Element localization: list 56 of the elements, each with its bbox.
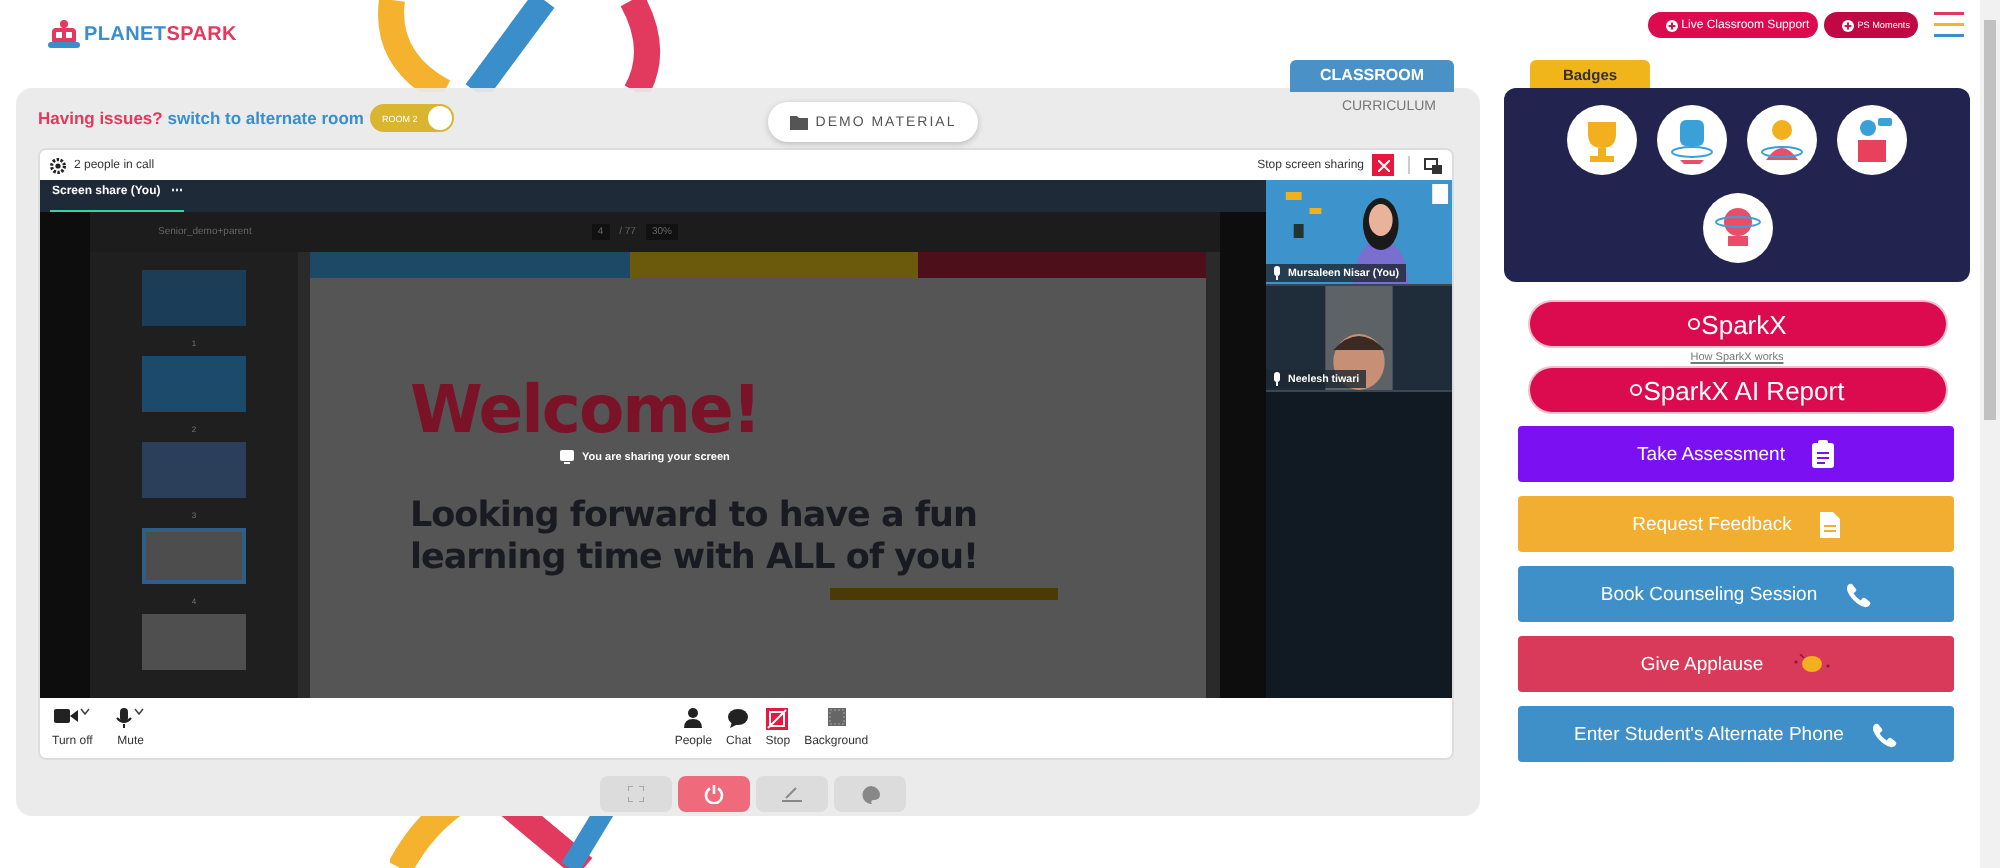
badge-icon[interactable]: [1656, 104, 1728, 176]
phone-icon: [1845, 581, 1872, 607]
clipboard-icon: [1812, 440, 1835, 468]
slide-text: Looking forward to have a fun learning time with ALL of you!: [410, 496, 981, 580]
page-thumbnail[interactable]: [142, 442, 246, 498]
background-icon: [827, 708, 846, 726]
scrollbar[interactable]: [1980, 0, 2000, 868]
ring-icon: [1687, 318, 1700, 330]
sparkx-report-button[interactable]: SparkX AI Report: [1529, 368, 1945, 412]
page-thumbnail[interactable]: [142, 356, 246, 412]
close-button[interactable]: [1372, 154, 1394, 176]
action-button[interactable]: Take Assessment: [1518, 426, 1954, 482]
settings-icon[interactable]: [50, 157, 66, 173]
phone-icon: [1871, 721, 1898, 747]
sparkx-button[interactable]: SparkX: [1529, 302, 1945, 346]
badge-icon[interactable]: [1836, 104, 1908, 176]
mic-icon: [1272, 372, 1282, 386]
fullscreen-icon: [628, 786, 644, 802]
issue-text: Having issues? switch to alternate room: [38, 108, 364, 128]
control-button[interactable]: [678, 776, 750, 812]
pen-icon: [782, 786, 802, 802]
close-icon: [1377, 159, 1389, 171]
badge-icon[interactable]: [1746, 104, 1818, 176]
stop-sharing-icon: [766, 708, 789, 730]
plus-icon: [1665, 19, 1678, 31]
folder-icon: [789, 115, 808, 129]
person-icon: [684, 708, 703, 728]
palette-icon: [861, 785, 879, 803]
camera-icon: [54, 708, 79, 724]
control-button[interactable]: [834, 776, 906, 812]
page-thumbnail[interactable]: [142, 270, 246, 326]
page-thumbnail[interactable]: [142, 614, 246, 670]
action-button[interactable]: Book Counseling Session: [1518, 566, 1954, 622]
alternate-room-link[interactable]: switch to alternate room: [167, 108, 364, 128]
slide-title: Welcome!: [410, 370, 762, 448]
ring-icon: [1629, 384, 1642, 396]
document-icon: [1819, 511, 1840, 537]
action-button[interactable]: Give Applause: [1518, 636, 1954, 692]
tab[interactable]: CLASSROOM: [1290, 60, 1454, 92]
page-thumbnail[interactable]: [142, 528, 246, 584]
menu-icon[interactable]: [1934, 12, 1964, 38]
chat-icon: [728, 708, 749, 728]
badge-icon[interactable]: [1701, 192, 1773, 264]
logo-text: PLANETSPARK: [84, 23, 237, 45]
picture-in-picture-icon[interactable]: [1424, 157, 1442, 173]
control-button[interactable]: [756, 776, 828, 812]
mic-icon: [116, 708, 133, 728]
badge-icon[interactable]: [1566, 104, 1638, 176]
logo-icon: [48, 18, 80, 50]
plus-icon: [1841, 19, 1854, 31]
screen-icon: [560, 450, 574, 464]
caret-icon[interactable]: [134, 708, 145, 716]
caret-icon[interactable]: [80, 708, 91, 716]
action-button[interactable]: Enter Student's Alternate Phone: [1518, 706, 1954, 762]
mic-icon: [1272, 266, 1282, 280]
power-icon: [704, 784, 724, 804]
